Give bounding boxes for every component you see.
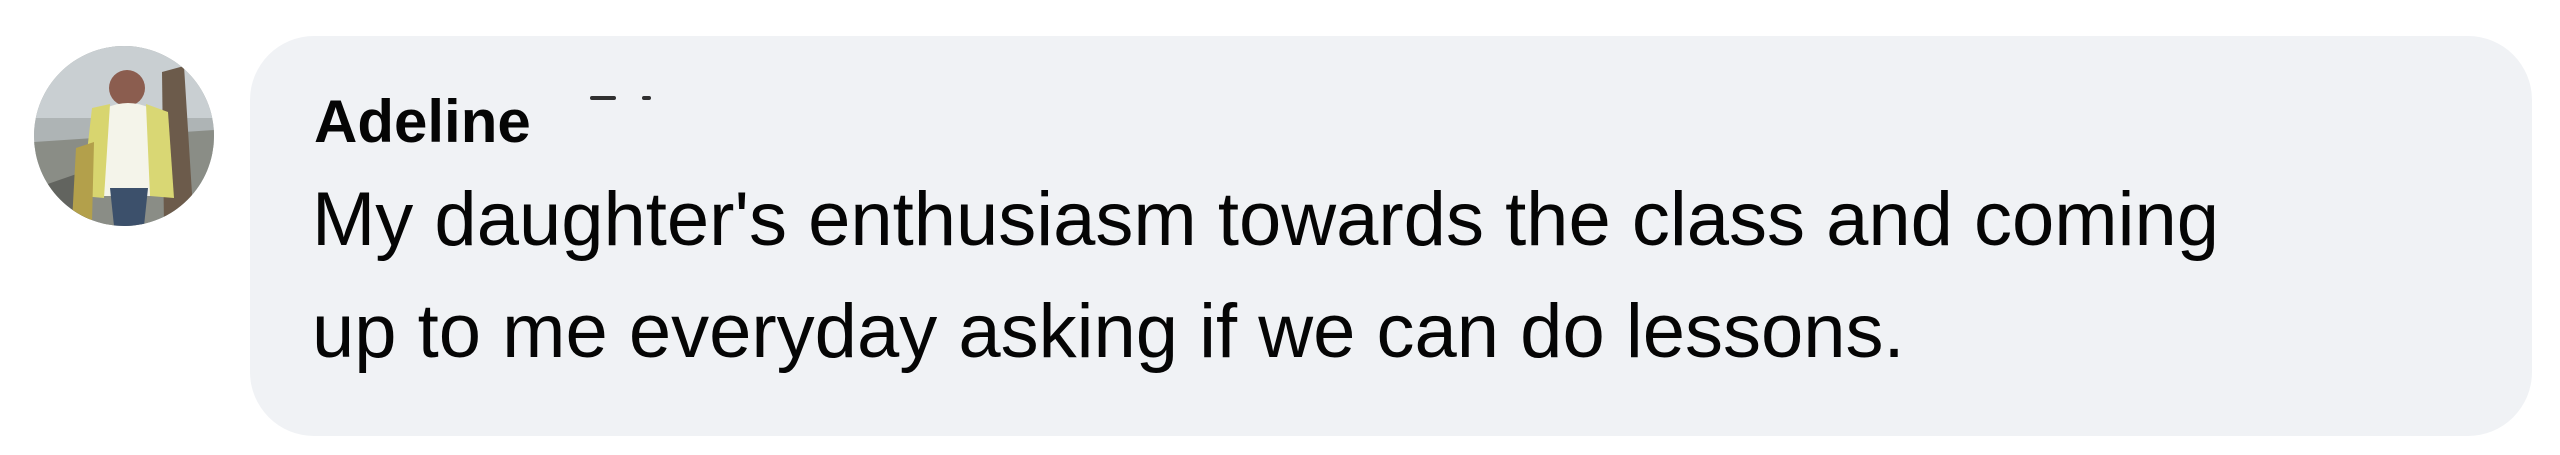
comment-text-line: My daughter's enthusiasm towards the cla…	[312, 177, 2220, 262]
comment-bubble: Adeline My daughter's enthusiasm towards…	[250, 36, 2532, 436]
avatar-photo-icon	[34, 46, 214, 226]
avatar[interactable]	[34, 46, 214, 226]
comment-text-line: up to me everyday asking if we can do le…	[312, 289, 1905, 374]
comment-author[interactable]: Adeline	[314, 92, 531, 152]
comment-text: My daughter's enthusiasm towards the cla…	[312, 164, 2492, 388]
redacted-name	[590, 96, 680, 104]
comment: Adeline My daughter's enthusiasm towards…	[0, 0, 2560, 455]
